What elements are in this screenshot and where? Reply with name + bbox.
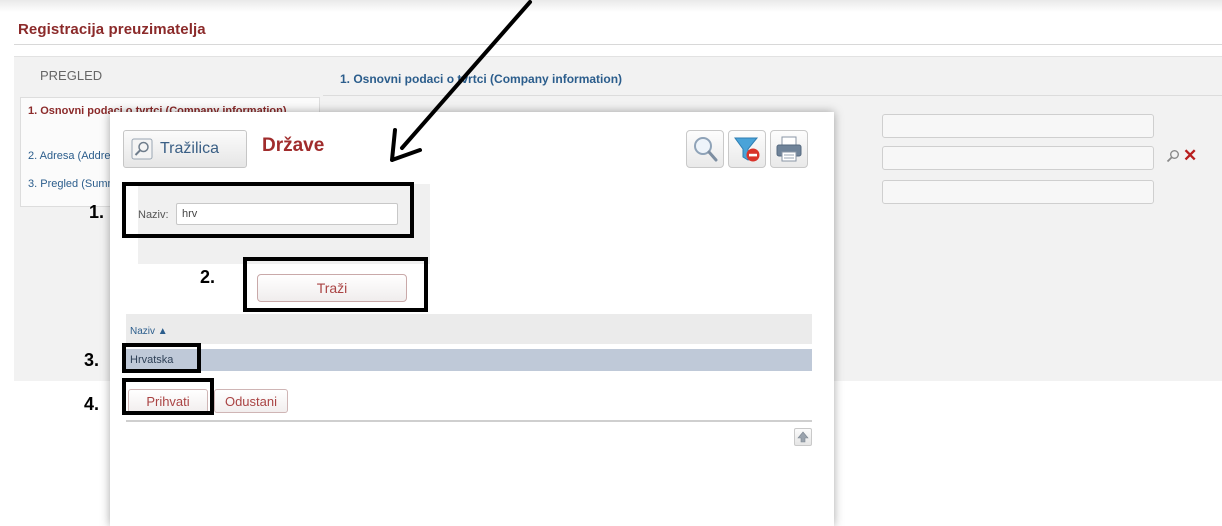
step-number-1: 1. [89,202,105,222]
annotation-arrow [390,0,532,162]
step-number-2: 2. [200,267,216,287]
step-number-4: 4. [84,394,100,414]
step-number-3: 3. [84,350,100,370]
screenshot-stage: Registracija preuzimatelja PREGLED 1. Os… [0,0,1222,526]
